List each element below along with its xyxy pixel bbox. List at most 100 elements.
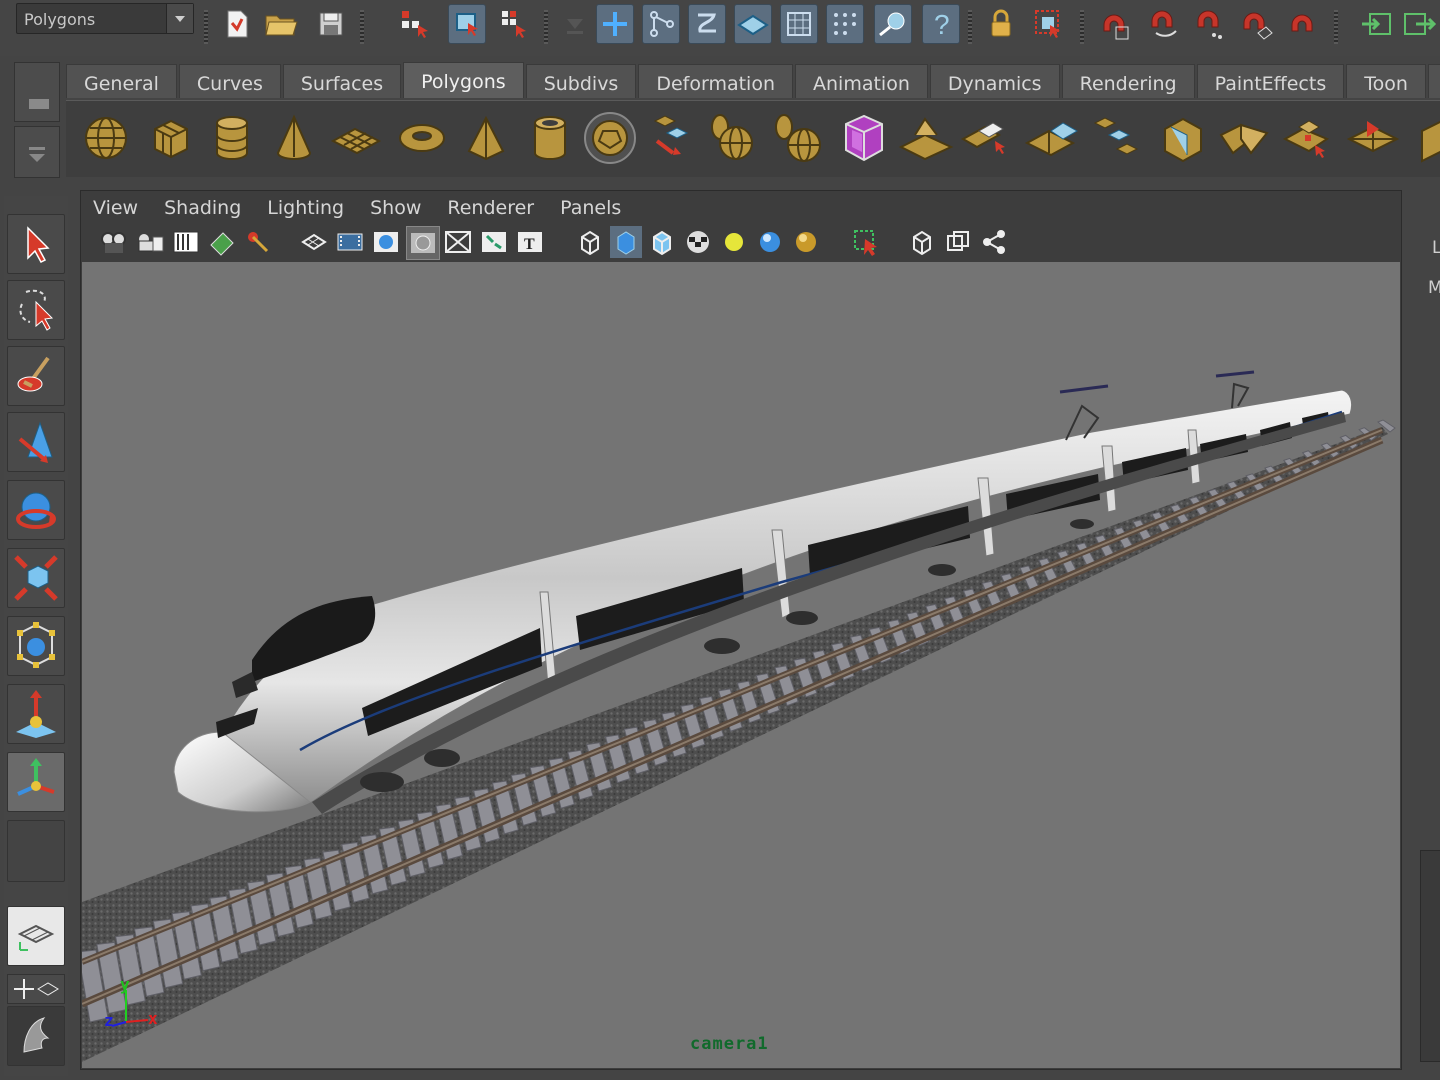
merge-icon[interactable]: [1278, 107, 1338, 169]
gate-mask-icon[interactable]: [406, 226, 440, 260]
poly-sphere-icon[interactable]: [76, 107, 136, 169]
two-d-pan-zoom-icon[interactable]: [242, 226, 274, 258]
import-icon[interactable]: [1358, 4, 1396, 44]
tab-general[interactable]: General: [66, 64, 177, 98]
selection-mask-icon[interactable]: [1030, 4, 1068, 44]
x-ray-icon[interactable]: [906, 226, 938, 258]
insert-edge-loop-icon[interactable]: [1152, 107, 1212, 169]
shelf-menu-button[interactable]: [14, 126, 60, 178]
open-scene-icon[interactable]: [262, 4, 300, 44]
film-gate-icon[interactable]: [334, 226, 366, 258]
render-icon[interactable]: [874, 4, 912, 44]
poly-cube-icon[interactable]: [140, 107, 200, 169]
shelf-editor-button[interactable]: [14, 62, 60, 122]
transfer-attributes-icon[interactable]: [642, 107, 702, 169]
single-perspective-layout-icon[interactable]: [7, 906, 65, 966]
help-icon[interactable]: ?: [922, 4, 960, 44]
snap-view-plane-icon[interactable]: [734, 4, 772, 44]
scrollbar[interactable]: [1420, 850, 1440, 1062]
menu-view[interactable]: View: [80, 192, 151, 222]
poly-cylinder-icon[interactable]: [202, 107, 262, 169]
tab-polygons[interactable]: Polygons: [403, 62, 524, 98]
poly-pyramid-icon[interactable]: [456, 107, 516, 169]
smooth-icon[interactable]: [834, 107, 894, 169]
show-manipulator-icon[interactable]: [7, 752, 65, 812]
snap-together-icon[interactable]: [1238, 4, 1276, 44]
extrude-icon[interactable]: [896, 107, 956, 169]
menu-lighting[interactable]: Lighting: [254, 192, 357, 222]
lasso-tool-icon[interactable]: [7, 280, 65, 340]
snap-vertices-icon[interactable]: [826, 4, 864, 44]
image-plane-icon[interactable]: [206, 226, 238, 258]
tab-surfaces[interactable]: Surfaces: [282, 64, 402, 98]
cut-faces-icon[interactable]: [1406, 107, 1440, 169]
camera-attributes-icon[interactable]: [134, 226, 166, 258]
split-polygon-icon[interactable]: [1086, 107, 1146, 169]
snap-grid-icon[interactable]: [596, 4, 634, 44]
field-chart-icon[interactable]: [442, 226, 474, 258]
last-tool-icon[interactable]: [7, 820, 65, 882]
save-scene-icon[interactable]: [312, 4, 350, 44]
select-camera-icon[interactable]: [98, 226, 130, 258]
shadows-icon[interactable]: [790, 226, 822, 258]
output-ops-icon[interactable]: [1190, 4, 1228, 44]
menu-show[interactable]: Show: [357, 192, 434, 222]
tab-deformation[interactable]: Deformation: [638, 64, 794, 98]
toolbar-separator[interactable]: [1334, 10, 1338, 44]
poly-plane-icon[interactable]: [326, 107, 386, 169]
four-view-layout-icon[interactable]: [7, 974, 65, 1004]
menu-panels[interactable]: Panels: [547, 192, 634, 222]
x-ray-joints-icon[interactable]: [942, 226, 974, 258]
menu-shading[interactable]: Shading: [151, 192, 254, 222]
bookmarks-icon[interactable]: [170, 226, 202, 258]
bevel-icon[interactable]: [1216, 107, 1276, 169]
bridge-icon[interactable]: [958, 107, 1018, 169]
all-lights-icon[interactable]: [754, 226, 786, 258]
safe-action-icon[interactable]: [478, 226, 510, 258]
tab-animation[interactable]: Animation: [795, 64, 928, 98]
soft-modify-icon[interactable]: [7, 684, 65, 744]
textured-icon[interactable]: [682, 226, 714, 258]
export-icon[interactable]: [1400, 4, 1438, 44]
outliner-layout-icon[interactable]: [7, 1006, 65, 1066]
select-tool-icon[interactable]: [7, 214, 65, 274]
tab-toon[interactable]: Toon: [1346, 64, 1426, 98]
input-ops-icon[interactable]: [1144, 4, 1182, 44]
snap-live-icon[interactable]: [780, 4, 818, 44]
rotate-tool-icon[interactable]: [7, 480, 65, 540]
snap-point-icon[interactable]: [688, 4, 726, 44]
default-lighting-icon[interactable]: [718, 226, 750, 258]
select-object-icon[interactable]: [448, 4, 486, 44]
move-tool-icon[interactable]: [7, 412, 65, 472]
lock-icon[interactable]: [982, 4, 1020, 44]
toolbar-separator[interactable]: [1080, 10, 1084, 44]
magnet-snap-icon[interactable]: [1096, 4, 1134, 44]
scale-tool-icon[interactable]: [7, 548, 65, 608]
tab-more[interactable]: M: [1427, 64, 1440, 98]
menu-renderer[interactable]: Renderer: [434, 192, 547, 222]
tab-curves[interactable]: Curves: [178, 64, 281, 98]
tab-dynamics[interactable]: Dynamics: [929, 64, 1060, 98]
toolbar-separator[interactable]: [204, 10, 208, 44]
snap-curve-icon[interactable]: [642, 4, 680, 44]
poly-cone-icon[interactable]: [264, 107, 324, 169]
safe-title-icon[interactable]: T: [514, 226, 546, 258]
wireframe-icon[interactable]: [574, 226, 606, 258]
new-scene-icon[interactable]: [218, 4, 256, 44]
wireframe-on-shaded-icon[interactable]: [646, 226, 678, 258]
resolution-gate-icon[interactable]: [370, 226, 402, 258]
select-component-icon[interactable]: [496, 4, 534, 44]
share-icon[interactable]: [978, 226, 1010, 258]
append-polygon-icon[interactable]: [1022, 107, 1082, 169]
perspective-viewport[interactable]: y x z camera1: [82, 262, 1400, 1068]
toolbar-separator[interactable]: [544, 10, 548, 44]
poly-torus-icon[interactable]: [392, 107, 452, 169]
poly-soccer-ball-icon[interactable]: [580, 107, 640, 169]
grid-toggle-icon[interactable]: [298, 226, 330, 258]
magnet-icon[interactable]: [1284, 4, 1322, 44]
isolate-select-icon[interactable]: [850, 226, 882, 258]
tab-painteffects[interactable]: PaintEffects: [1196, 64, 1345, 98]
poke-icon[interactable]: [1342, 107, 1402, 169]
history-icon[interactable]: [556, 4, 594, 44]
poly-pipe-icon[interactable]: [520, 107, 580, 169]
